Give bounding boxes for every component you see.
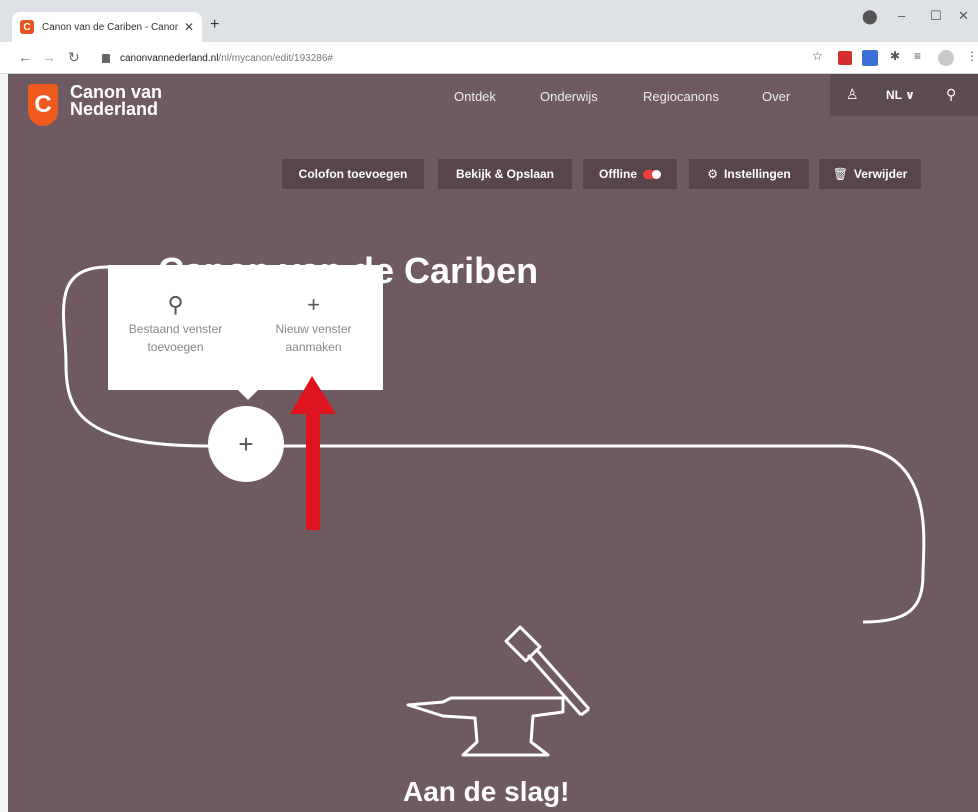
nav-utility-group: ♙ NL ∨ ⚲: [830, 74, 978, 116]
colofon-button[interactable]: Colofon toevoegen: [282, 159, 424, 189]
site-logo-text[interactable]: Canon van Nederland: [70, 83, 162, 118]
user-icon[interactable]: ♙: [846, 86, 859, 103]
gear-icon: ⚙: [707, 167, 719, 181]
nav-ontdek[interactable]: Ontdek: [454, 89, 496, 104]
close-window-button[interactable]: ✕: [958, 8, 969, 24]
nav-over[interactable]: Over: [762, 89, 790, 104]
extensions-puzzle-icon[interactable]: ✱: [890, 49, 900, 63]
language-select[interactable]: NL ∨: [886, 88, 915, 102]
chrome-menu-icon[interactable]: ⋮: [966, 49, 978, 63]
bookmark-star-icon[interactable]: ☆: [812, 49, 823, 63]
tab-title: Canon van de Cariben - Canon v: [42, 21, 178, 33]
new-window-option[interactable]: + Nieuw venster aanmaken: [251, 290, 376, 356]
search-icon[interactable]: ⚲: [946, 86, 956, 103]
maximize-button[interactable]: ☐: [930, 8, 942, 24]
website-canvas: C Canon van Nederland Ontdek Onderwijs R…: [8, 74, 978, 812]
anvil-hammer-icon: [406, 625, 591, 757]
address-bar[interactable]: canonvannederland.nl/nl/mycanon/edit/193…: [96, 46, 816, 70]
back-arrow-icon[interactable]: ←: [18, 49, 32, 65]
reading-list-icon[interactable]: ≡: [914, 49, 921, 63]
add-window-button[interactable]: +: [208, 406, 284, 482]
offline-toggle-icon: [643, 169, 661, 179]
minimize-button[interactable]: –: [898, 8, 905, 23]
reload-icon[interactable]: ↻: [68, 49, 80, 66]
logo-shield-icon[interactable]: C: [28, 84, 58, 126]
url-text: canonvannederland.nl/nl/mycanon/edit/193…: [120, 52, 333, 64]
nav-regiocanons[interactable]: Regiocanons: [643, 89, 719, 104]
search-icon: ⚲: [167, 292, 184, 317]
verwijder-button[interactable]: 🗑 Verwijder: [819, 159, 921, 189]
site-favicon-icon: C: [20, 20, 34, 34]
chrome-profile-icon[interactable]: ⬤: [862, 8, 878, 25]
browser-titlebar: C Canon van de Cariben - Canon v ✕ + ⬤ –…: [0, 0, 978, 42]
start-heading: Aan de slag!: [403, 776, 570, 807]
trash-icon: 🗑: [832, 167, 848, 181]
lock-icon: [102, 53, 110, 63]
browser-tab[interactable]: C Canon van de Cariben - Canon v ✕: [12, 12, 202, 42]
instellingen-button[interactable]: ⚙ Instellingen: [689, 159, 809, 189]
add-window-popup: ⚲ Bestaand venster toevoegen + Nieuw ven…: [108, 265, 383, 400]
plus-icon: +: [307, 292, 320, 317]
new-tab-button[interactable]: +: [210, 16, 219, 34]
forward-arrow-icon[interactable]: →: [42, 49, 56, 65]
profile-avatar-icon[interactable]: [938, 50, 954, 66]
offline-toggle-button[interactable]: Offline: [583, 159, 677, 189]
bekijk-opslaan-button[interactable]: Bekijk & Opslaan: [438, 159, 572, 189]
pdf-extension-icon[interactable]: [838, 51, 852, 65]
tab-close-icon[interactable]: ✕: [184, 20, 194, 34]
extension-new-icon[interactable]: [862, 50, 878, 66]
existing-window-option[interactable]: ⚲ Bestaand venster toevoegen: [113, 290, 238, 356]
browser-toolbar: ← → ↻ canonvannederland.nl/nl/mycanon/ed…: [0, 42, 978, 74]
nav-onderwijs[interactable]: Onderwijs: [540, 89, 598, 104]
